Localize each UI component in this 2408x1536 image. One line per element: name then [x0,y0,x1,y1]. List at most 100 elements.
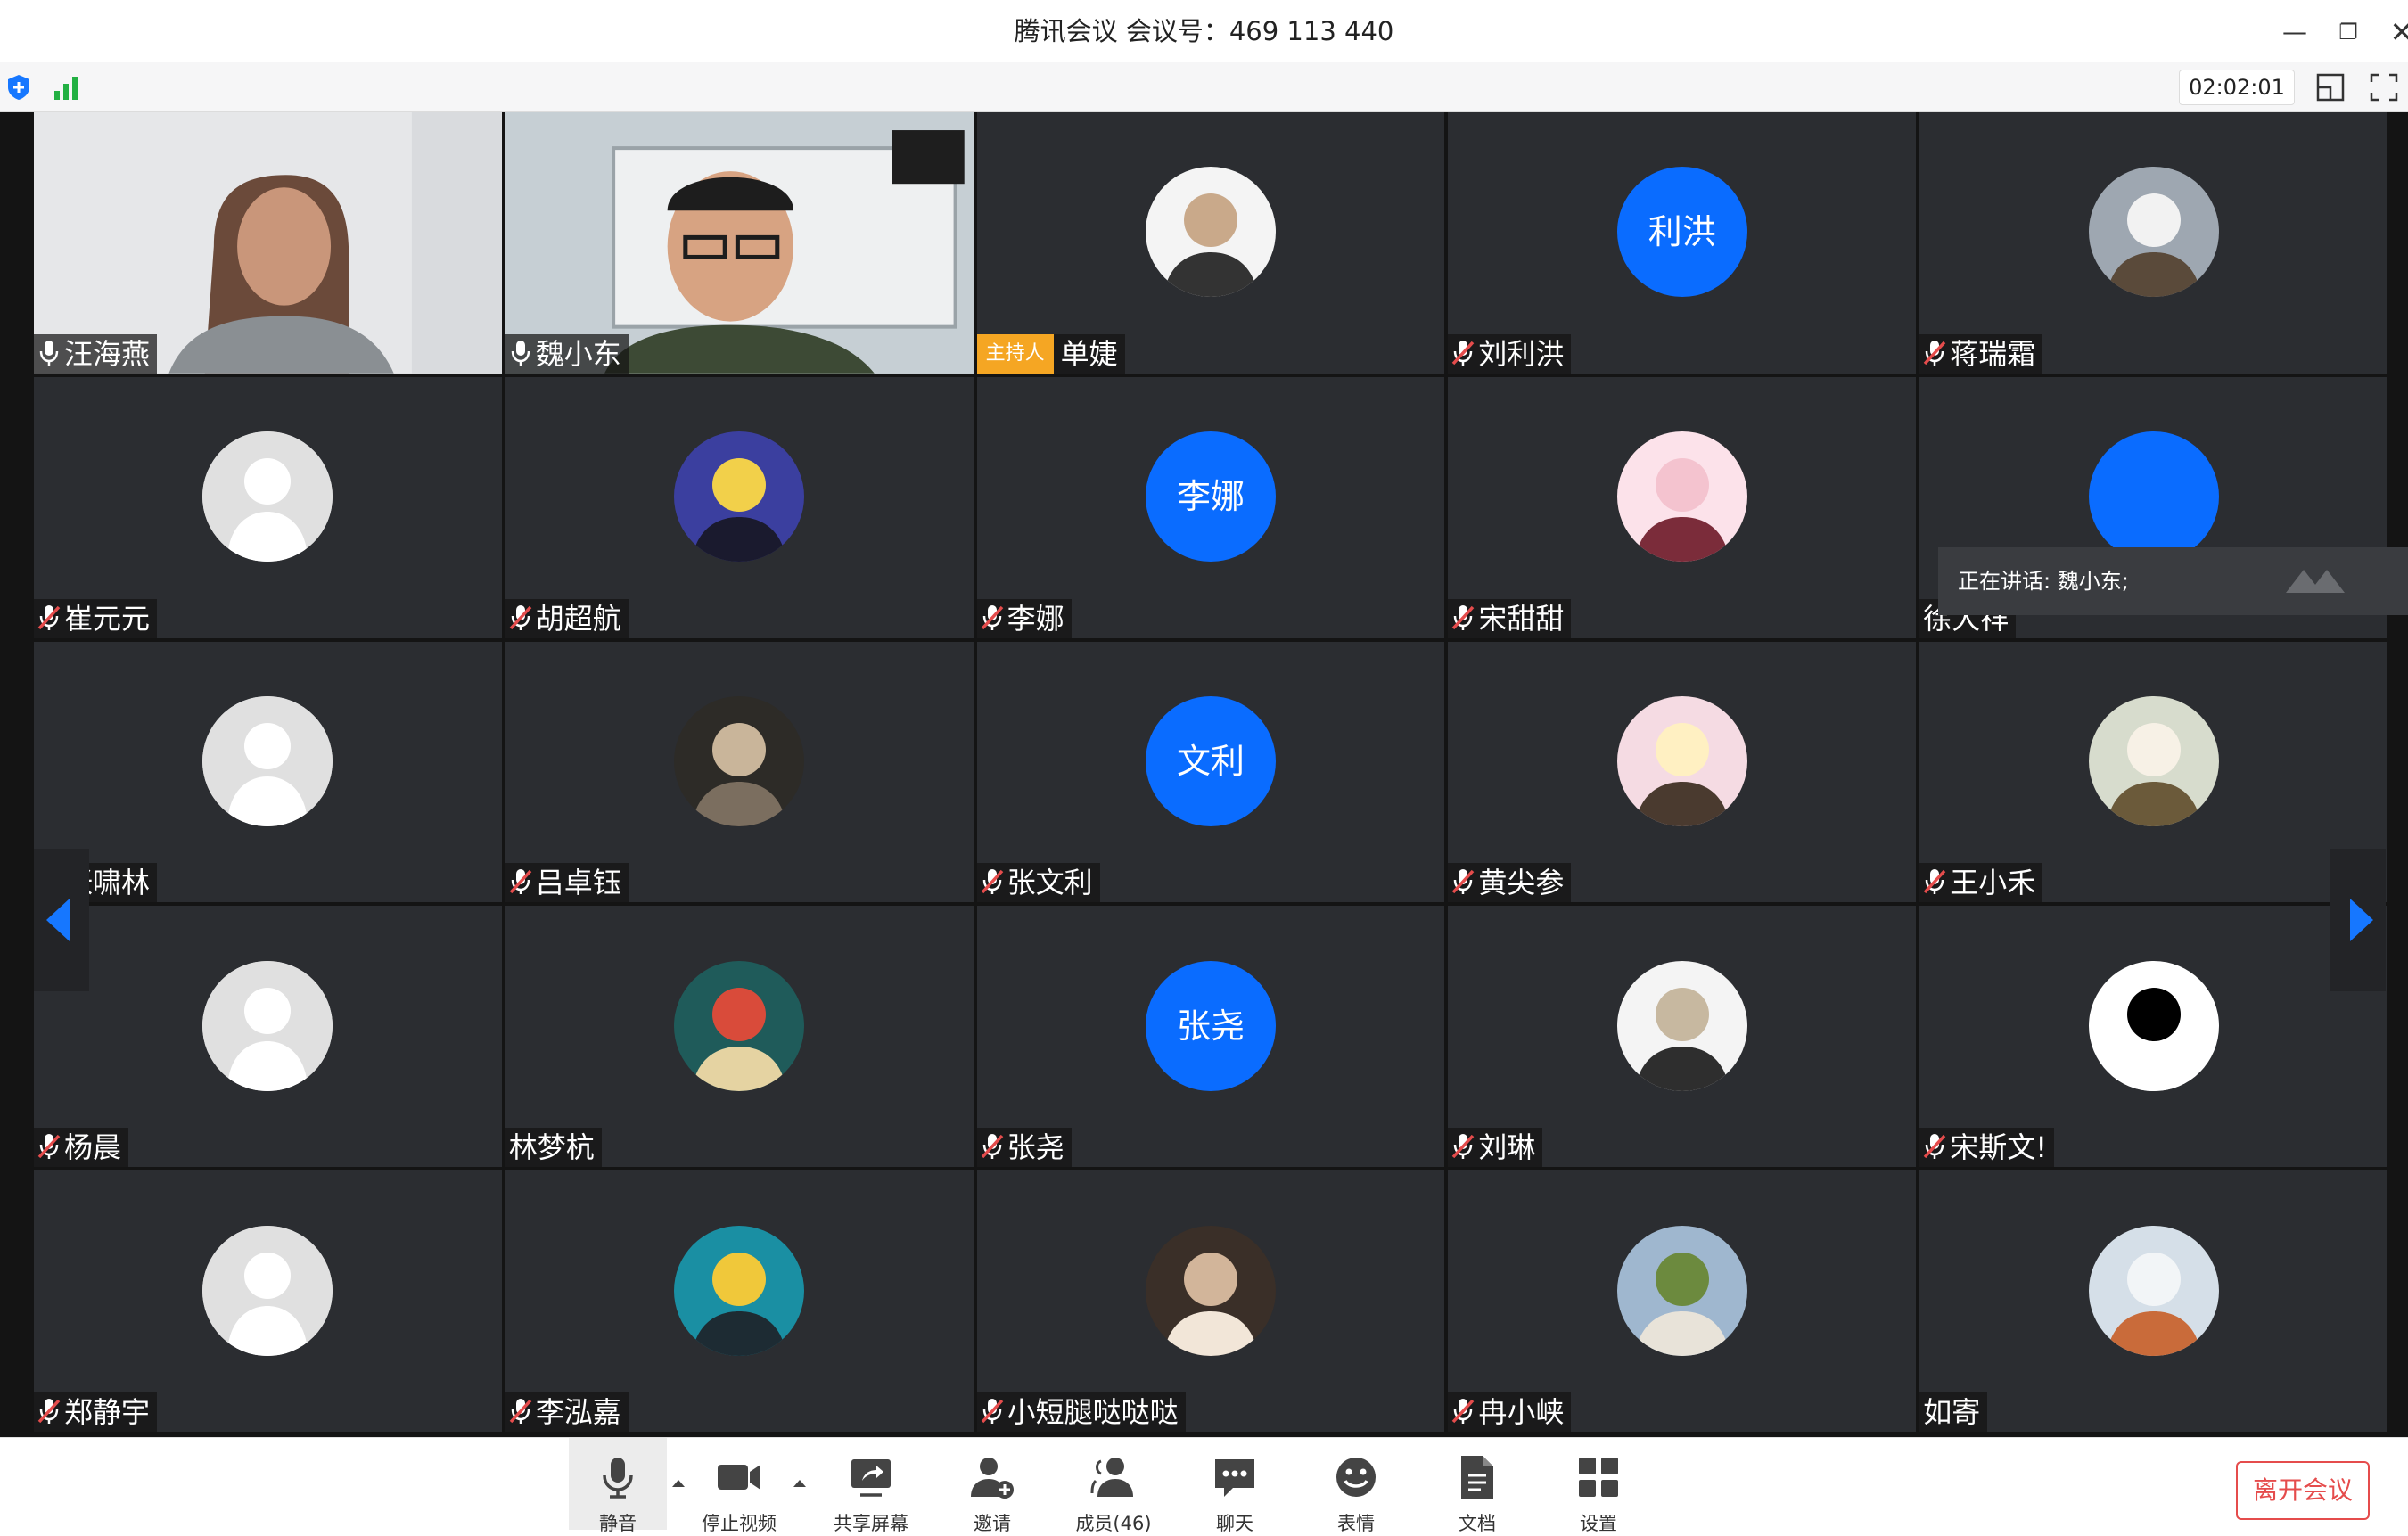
participant-tile[interactable]: 如寄 [1919,1170,2387,1432]
leave-meeting-button[interactable]: 离开会议 [2236,1461,2370,1520]
stop-video-button[interactable]: 停止视频 [690,1438,788,1534]
participant-tile[interactable]: 崔元元 [34,376,502,638]
avatar [1616,431,1747,563]
participant-name: 魏小东 [535,336,621,371]
participant-name: 单婕 [1060,336,1118,371]
microphone-muted-icon [981,1134,1003,1160]
participant-tile[interactable]: 文利 张文利 [976,641,1445,903]
participant-nameplate: 汪海燕 [34,333,158,374]
participant-nameplate: 王小禾 [1919,863,2043,903]
meeting-info-bar: 02:02:01 [0,62,2408,112]
microphone-muted-icon [1452,1398,1475,1424]
profile-picture [1616,431,1747,563]
participant-nameplate: 李泓嘉 [505,1392,629,1432]
microphone-muted-icon [37,604,61,630]
audio-options-caret-icon[interactable] [669,1474,688,1493]
participant-tile[interactable]: 宋甜甜 [1448,376,1917,638]
microphone-muted-icon [981,604,1003,630]
participant-name: 张尧 [1007,1130,1064,1165]
close-icon[interactable]: ✕ [2382,12,2408,52]
participant-tile[interactable]: 吕卓钰 [505,641,974,903]
avatar [202,695,333,826]
emoji-icon [1336,1458,1376,1497]
microphone-muted-icon [1452,1134,1475,1160]
restore-icon[interactable]: ❐ [2329,12,2368,52]
participant-nameplate: 如寄 [1919,1392,1988,1432]
meeting-timer: 02:02:01 [2179,70,2295,105]
share-screen-icon [851,1459,891,1497]
microphone-muted-icon [981,1398,1003,1424]
participant-tile[interactable]: 郑静宇 [34,1170,502,1432]
participant-tile[interactable]: 刘琳 [1448,906,1917,1168]
avatar [674,960,805,1091]
participant-tile[interactable]: 张啸林 [34,641,502,903]
members-button[interactable]: 成员(46) [1064,1438,1163,1534]
document-button[interactable]: 文档 [1428,1438,1526,1534]
emoji-button[interactable]: 表情 [1307,1438,1405,1534]
minimize-icon[interactable]: — [2275,12,2314,52]
invite-button[interactable]: 邀请 [943,1438,1041,1534]
participant-tile[interactable]: 杨晨 [34,906,502,1168]
participant-tile[interactable]: 林梦杭 [505,906,974,1168]
chat-label: 聊天 [1216,1513,1253,1534]
avatar-initials: 李娜 [1145,431,1276,563]
microphone-muted-icon [1923,869,1946,895]
participant-name: 刘琳 [1478,1130,1536,1165]
participant-name: 宋斯文! [1950,1130,2048,1165]
shield-icon[interactable] [5,73,32,102]
participant-tile[interactable]: 张尧 张尧 [976,906,1445,1168]
microphone-muted-icon [509,604,532,630]
stop-video-label: 停止视频 [702,1513,777,1534]
participant-tile[interactable]: 宋斯文! [1919,906,2387,1168]
participant-nameplate: 魏小东 [505,333,629,374]
video-camera-icon [718,1465,760,1490]
members-label: 成员(46) [1075,1513,1152,1534]
participant-name: 小短腿哒哒哒 [1007,1394,1179,1429]
host-badge: 主持人 [976,333,1054,374]
participant-tile[interactable]: 胡超航 [505,376,974,638]
participant-name: 李泓嘉 [535,1394,621,1429]
fullscreen-icon[interactable] [2368,71,2400,103]
signal-bars-icon[interactable] [52,73,80,102]
microphone-muted-icon [509,1398,532,1424]
previous-page-button[interactable] [34,849,89,991]
share-screen-label: 共享屏幕 [834,1513,908,1534]
profile-picture [1145,1225,1276,1356]
participant-name: 吕卓钰 [535,866,621,900]
participant-nameplate: 主持人 单婕 [976,333,1125,374]
profile-picture [674,960,805,1091]
mute-button[interactable]: 静音 [569,1438,667,1534]
participant-tile[interactable]: 利洪 刘利洪 [1448,112,1917,374]
chevron-right-icon [2350,899,2373,941]
next-page-button[interactable] [2330,849,2386,991]
participant-tile[interactable]: 李娜 李娜 [976,376,1445,638]
participant-tile[interactable]: 李泓嘉 [505,1170,974,1432]
avatar [1145,167,1276,298]
participant-tile[interactable]: 冉小峡 [1448,1170,1917,1432]
speaking-indicator-text: 正在讲话: 魏小东; [1958,569,2129,594]
avatar [2088,167,2219,298]
avatar [674,695,805,826]
video-options-caret-icon[interactable] [790,1474,810,1493]
participant-tile[interactable]: 小短腿哒哒哒 [976,1170,1445,1432]
chat-button[interactable]: 聊天 [1186,1438,1284,1534]
layout-icon[interactable] [2314,71,2346,103]
participant-tile[interactable]: 黄尖参 [1448,641,1917,903]
microphone-muted-icon [1452,869,1475,895]
participant-tile[interactable]: 主持人 单婕 [976,112,1445,374]
settings-icon [1579,1458,1618,1497]
participant-tile[interactable]: 魏小东 [505,112,974,374]
settings-button[interactable]: 设置 [1549,1438,1648,1534]
microphone-on-icon [511,340,530,366]
share-screen-button[interactable]: 共享屏幕 [822,1438,920,1534]
microphone-on-icon [39,340,59,366]
avatar [202,1225,333,1356]
participant-tile[interactable]: 汪海燕 [34,112,502,374]
document-icon [1461,1456,1493,1499]
video-stage: 汪海燕 魏小东 主持人 单婕 利洪 刘利洪 蒋瑞霜 崔元元 胡超航 李娜 李娜 宋甜甜 徐大祥 张啸林 吕卓… [0,112,2408,1437]
default-user-icon [202,960,333,1091]
avatar [1616,1225,1747,1356]
profile-picture [674,1225,805,1356]
participant-tile[interactable]: 蒋瑞霜 [1919,112,2387,374]
participant-tile[interactable]: 王小禾 [1919,641,2387,903]
